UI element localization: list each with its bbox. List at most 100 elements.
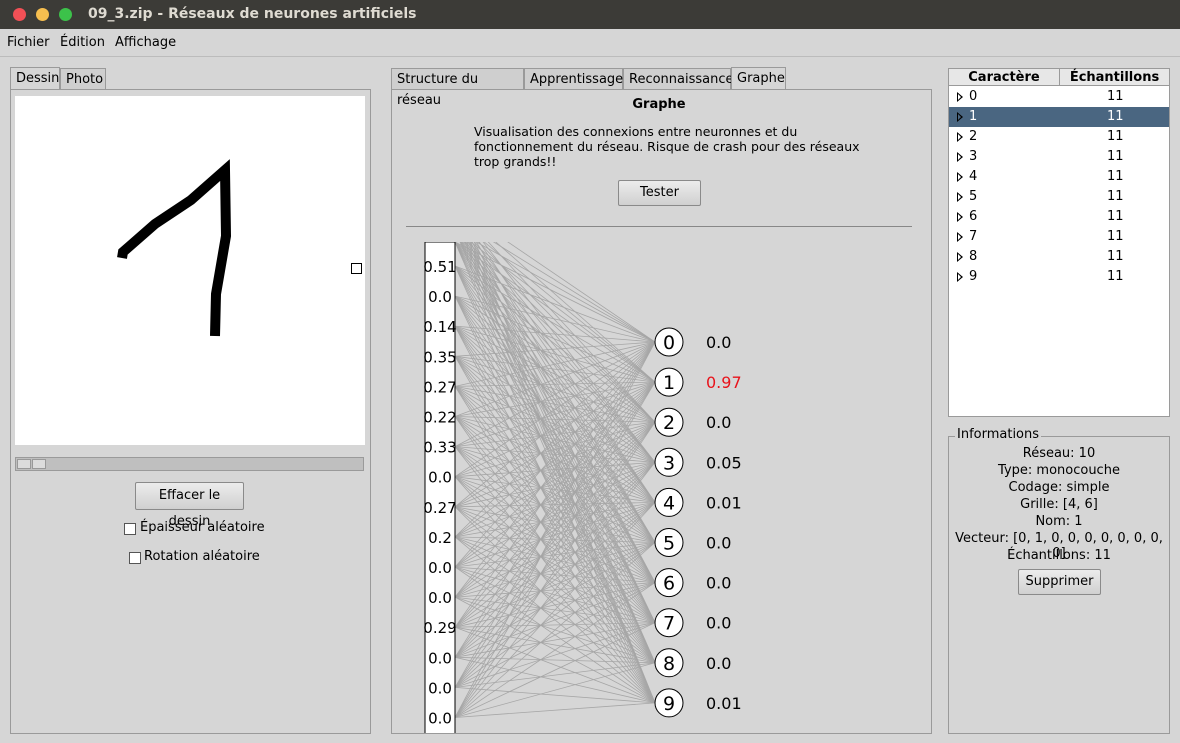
- output-neuron-label: 0: [663, 332, 675, 354]
- menu-edition[interactable]: Édition: [60, 35, 105, 50]
- close-window-icon[interactable]: [13, 8, 26, 21]
- connection-line: [454, 381, 656, 417]
- list-item-count: 11: [1107, 109, 1124, 124]
- list-item-count: 11: [1107, 149, 1124, 164]
- maximize-window-icon[interactable]: [59, 8, 72, 21]
- connection-line: [454, 421, 656, 478]
- list-item[interactable]: 3 11: [949, 147, 1169, 167]
- graph-title: Graphe: [632, 97, 686, 112]
- list-item-count: 11: [1107, 229, 1124, 244]
- random-thickness-checkbox[interactable]: [124, 523, 136, 535]
- input-value: 0.0: [428, 649, 452, 667]
- list-item-count: 11: [1107, 89, 1124, 104]
- header-samples[interactable]: Échantillons: [1060, 69, 1169, 86]
- random-rotation-checkbox[interactable]: [129, 552, 141, 564]
- expand-triangle-icon[interactable]: [957, 232, 963, 242]
- output-neuron-label: 8: [663, 653, 675, 675]
- input-value: 0.0: [428, 559, 452, 577]
- expand-triangle-icon[interactable]: [957, 112, 963, 122]
- output-value: 0.0: [706, 574, 731, 593]
- expand-triangle-icon[interactable]: [957, 192, 963, 202]
- menu-fichier[interactable]: Fichier: [7, 35, 50, 50]
- output-neuron-label: 6: [663, 573, 675, 595]
- drawn-digit: [117, 159, 232, 337]
- expand-triangle-icon[interactable]: [957, 92, 963, 102]
- expand-triangle-icon[interactable]: [957, 252, 963, 262]
- clear-drawing-button[interactable]: Effacer le dessin: [135, 482, 244, 529]
- input-value: 0.51: [423, 258, 456, 276]
- list-item-character: 0: [969, 89, 978, 104]
- list-item-character: 9: [969, 269, 978, 284]
- info-type: Type: monocouche: [998, 463, 1120, 478]
- input-value: 0.27: [423, 378, 456, 396]
- expand-triangle-icon[interactable]: [957, 132, 963, 142]
- connection-line: [454, 687, 656, 704]
- output-neuron-label: 3: [663, 452, 675, 474]
- input-value: 0.0: [428, 288, 452, 306]
- slider-track-start: [17, 459, 31, 469]
- test-button[interactable]: Tester: [618, 180, 701, 206]
- expand-triangle-icon[interactable]: [957, 172, 963, 182]
- output-neuron-label: 7: [663, 613, 675, 635]
- output-value: 0.97: [706, 373, 742, 392]
- input-value: 0.0: [428, 710, 452, 728]
- tab-apprentissage[interactable]: Apprentissage: [524, 68, 623, 89]
- list-item-character: 6: [969, 209, 978, 224]
- output-neurons: 0 0.01 0.972 0.03 0.054 0.015 0.06 0.07 0.08 0.09…: [654, 327, 742, 718]
- slider-thumb[interactable]: [32, 459, 46, 469]
- delete-button[interactable]: Supprimer: [1018, 569, 1101, 595]
- character-list[interactable]: Caractère Échantillons 0 11 1 11 2 11 3 11 4 11 5 1…: [948, 68, 1170, 417]
- list-item[interactable]: 0 11: [949, 87, 1169, 107]
- info-network: Réseau: 10: [1022, 446, 1096, 461]
- expand-triangle-icon[interactable]: [957, 212, 963, 222]
- output-value: 0.0: [706, 654, 731, 673]
- expand-triangle-icon[interactable]: [957, 152, 963, 162]
- connection-line: [454, 702, 656, 718]
- tab-reconnaissance[interactable]: Reconnaissance: [623, 68, 734, 89]
- list-item[interactable]: 1 11: [949, 107, 1169, 127]
- tab-photo[interactable]: Photo: [60, 68, 106, 89]
- graph-description: Visualisation des connexions entre neuro…: [474, 124, 860, 169]
- tab-structure[interactable]: Structure du réseau: [391, 68, 524, 108]
- menu-affichage[interactable]: Affichage: [115, 35, 176, 50]
- info-name: Nom: 1: [1035, 514, 1083, 529]
- info-grid: Grille: [4, 6]: [1020, 497, 1098, 512]
- connection-line: [454, 242, 656, 543]
- list-item-character: 7: [969, 229, 978, 244]
- connection-line: [454, 622, 656, 718]
- list-item[interactable]: 2 11: [949, 127, 1169, 147]
- list-item-count: 11: [1107, 169, 1124, 184]
- tab-dessin[interactable]: Dessin: [10, 67, 60, 90]
- tab-graphe[interactable]: Graphe: [731, 67, 786, 90]
- list-item-count: 11: [1107, 189, 1124, 204]
- info-coding: Codage: simple: [1008, 480, 1110, 495]
- list-item[interactable]: 4 11: [949, 167, 1169, 187]
- list-item[interactable]: 9 11: [949, 267, 1169, 287]
- resize-handle[interactable]: [351, 263, 362, 274]
- list-item-character: 2: [969, 129, 978, 144]
- input-value: 0.35: [423, 348, 456, 366]
- expand-triangle-icon[interactable]: [957, 272, 963, 282]
- list-item[interactable]: 8 11: [949, 247, 1169, 267]
- input-value: 0.27: [423, 499, 456, 517]
- list-item-character: 5: [969, 189, 978, 204]
- list-item-character: 4: [969, 169, 978, 184]
- brush-size-slider[interactable]: [15, 457, 364, 471]
- list-item[interactable]: 5 11: [949, 187, 1169, 207]
- drawing-canvas[interactable]: [15, 96, 365, 445]
- info-legend: Informations: [955, 427, 1042, 442]
- list-item-character: 8: [969, 249, 978, 264]
- header-character[interactable]: Caractère: [949, 69, 1060, 86]
- output-neuron-label: 9: [663, 693, 675, 715]
- output-value: 0.05: [706, 453, 742, 472]
- info-samples: Échantillons: 11: [1007, 548, 1111, 563]
- connection-lines: [454, 242, 656, 718]
- list-item-count: 11: [1107, 269, 1124, 284]
- title-bar: 09_3.zip - Réseaux de neurones artificie…: [0, 0, 1180, 29]
- list-item[interactable]: 7 11: [949, 227, 1169, 247]
- output-neuron-label: 2: [663, 412, 675, 434]
- list-item[interactable]: 6 11: [949, 207, 1169, 227]
- input-value: 0.0: [428, 469, 452, 487]
- input-value: 0.22: [423, 409, 456, 427]
- minimize-window-icon[interactable]: [36, 8, 49, 21]
